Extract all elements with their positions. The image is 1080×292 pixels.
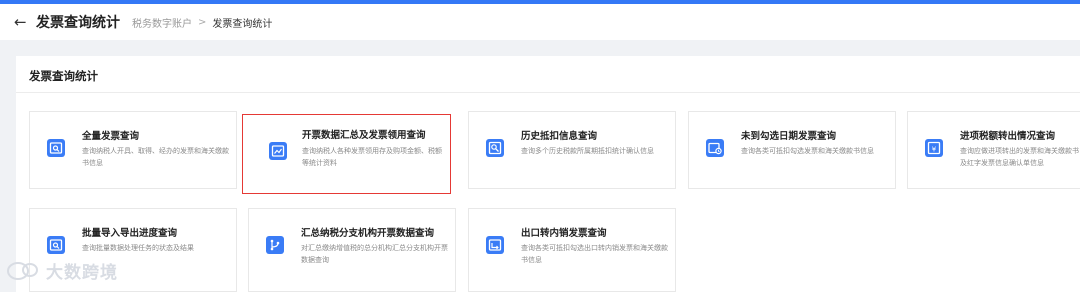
panel-divider	[16, 92, 1080, 93]
card-description: 查询多个历史税款所属期抵扣统计确认信息	[521, 147, 654, 155]
card-title: 全量发票查询	[82, 131, 140, 142]
card-branch-org-issuance-query[interactable]: 汇总纳税分支机构开票数据查询 对汇总缴纳增值税的总分机构汇总分支机构开票数据查询	[248, 208, 456, 292]
card-description: 查询应做进项转出的发票和海关缴款书及红字发票信息确认单信息	[960, 147, 1079, 167]
back-arrow-icon[interactable]: ←	[14, 13, 30, 31]
card-description: 查询各类可抵扣勾选出口转内销发票和海关缴款书信息	[521, 244, 668, 264]
breadcrumb-root[interactable]: 税务数字账户	[132, 15, 192, 30]
card-description: 查询各类可抵扣勾选发票和海关缴款书信息	[741, 147, 874, 155]
page-header: ← 发票查询统计 税务数字账户 > 发票查询统计	[0, 4, 1080, 40]
invoice-search-icon	[47, 139, 65, 157]
card-input-tax-transfer-query[interactable]: ¥ 进项税额转出情况查询 查询应做进项转出的发票和海关缴款书及红字发票信息确认单…	[907, 111, 1080, 189]
card-issuance-summary-query[interactable]: 开票数据汇总及发票领用查询 查询纳税人各种发票领用存及购项金额、税额等统计资料	[242, 114, 451, 194]
card-title: 未到勾选日期发票查询	[741, 131, 837, 142]
tax-transfer-icon: ¥	[925, 139, 943, 157]
card-title: 汇总纳税分支机构开票数据查询	[301, 228, 435, 239]
card-export-to-domestic-query[interactable]: 出口转内销发票查询 查询各类可抵扣勾选出口转内销发票和海关缴款书信息	[468, 208, 676, 292]
card-title: 开票数据汇总及发票领用查询	[302, 130, 426, 141]
branch-org-icon	[266, 236, 284, 254]
card-title: 批量导入导出进度查询	[82, 228, 178, 239]
watermark-logo-icon	[7, 261, 38, 280]
card-title: 出口转内销发票查询	[521, 228, 607, 239]
watermark-text: 大数跨境	[46, 263, 118, 283]
card-title: 历史抵扣信息查询	[521, 131, 598, 142]
card-history-deduction-query[interactable]: 历史抵扣信息查询 查询多个历史税款所属期抵扣统计确认信息	[468, 111, 676, 189]
card-description: 查询纳税人各种发票领用存及购项金额、税额等统计资料	[302, 147, 442, 167]
page-title: 发票查询统计	[36, 15, 120, 31]
calendar-clock-icon	[706, 139, 724, 157]
watermark: 大数跨境	[6, 258, 118, 283]
card-title: 进项税额转出情况查询	[960, 131, 1056, 142]
batch-progress-icon	[47, 236, 65, 254]
export-invoice-icon	[486, 236, 504, 254]
breadcrumb-current: 发票查询统计	[212, 18, 273, 30]
svg-text:¥: ¥	[932, 145, 937, 153]
history-search-icon	[486, 139, 504, 157]
breadcrumb: 税务数字账户 > 发票查询统计	[132, 15, 272, 30]
card-pending-check-date-query[interactable]: 未到勾选日期发票查询 查询各类可抵扣勾选发票和海关缴款书信息	[688, 111, 896, 189]
panel-title: 发票查询统计	[29, 69, 98, 83]
card-description: 对汇总缴纳增值税的总分机构汇总分支机构开票数据查询	[301, 244, 448, 264]
card-full-invoice-query[interactable]: 全量发票查询 查询纳税人开具、取得、经办的发票和海关缴款书信息	[29, 111, 237, 189]
card-description: 查询纳税人开具、取得、经办的发票和海关缴款书信息	[82, 147, 229, 167]
query-panel: 发票查询统计 全量发票查询 查询纳税人开具、取得、经办的发票和海关缴款书信息 开…	[16, 56, 1080, 292]
trend-chart-icon	[269, 142, 287, 160]
breadcrumb-separator: >	[198, 16, 207, 28]
card-description: 查询批量数据处理任务的状态及结果	[82, 244, 194, 252]
